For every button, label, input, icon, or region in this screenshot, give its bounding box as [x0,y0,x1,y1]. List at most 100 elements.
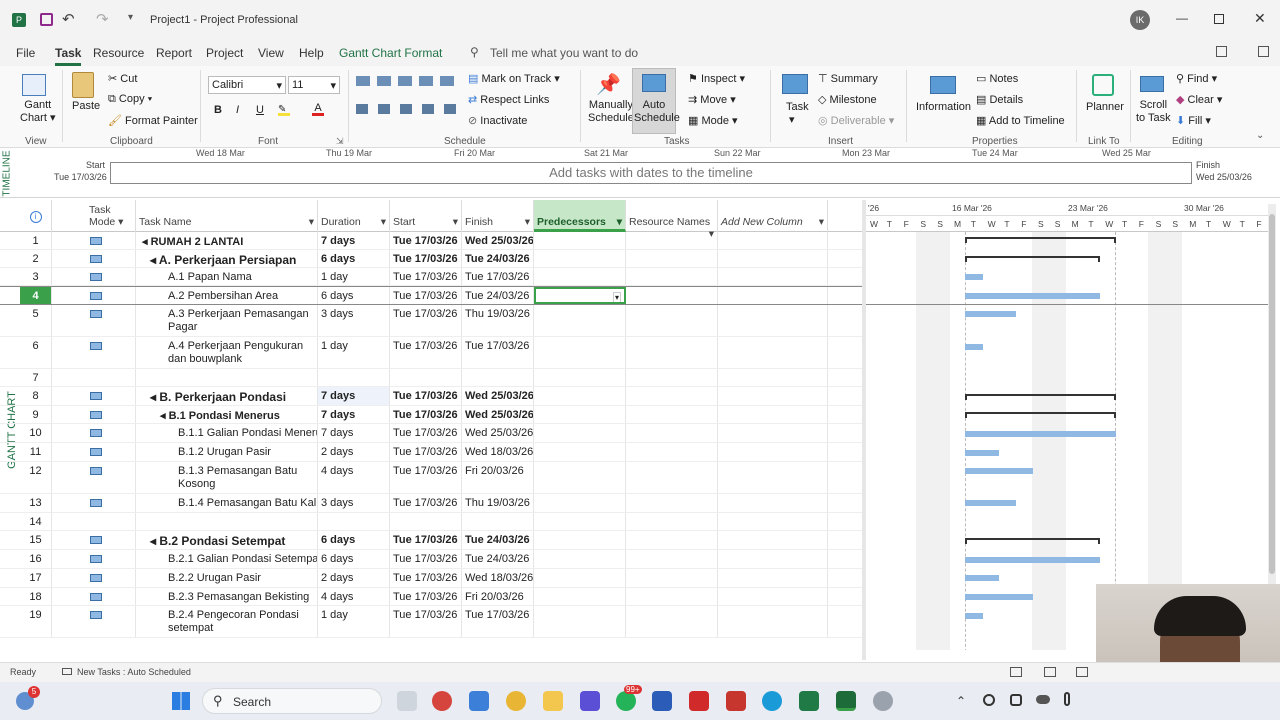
start-date[interactable]: Tue 17/03/26 [390,305,462,336]
table-row[interactable]: 2 ◂ A. Perkerjaan Persiapan 6 days Tue 17/0… [0,250,862,268]
predecessors-active-cell[interactable]: ▾ [534,287,626,304]
predecessors[interactable] [534,606,626,637]
resource-names[interactable] [626,588,718,605]
new-column[interactable] [718,250,828,267]
row-indicator-header[interactable]: i [20,200,52,232]
column-header-start[interactable]: Start ▾ [390,200,462,232]
start-date[interactable]: Tue 17/03/26 [390,550,462,568]
new-column[interactable] [718,588,828,605]
duration[interactable]: 1 day [318,268,390,285]
gantt-summary-bar[interactable] [965,256,1100,262]
predecessors[interactable] [534,369,626,386]
gantt-chart-button[interactable]: Gantt Chart ▾ [20,99,55,125]
gantt-task-bar[interactable] [965,311,1016,317]
start-date[interactable]: Tue 17/03/26 [390,268,462,285]
pdf-app-icon[interactable] [432,691,452,711]
start-date[interactable]: Tue 17/03/26 [390,337,462,368]
gantt-task-bar[interactable] [965,557,1100,563]
table-row[interactable]: 7 [0,369,862,387]
quick-access-dropdown-icon[interactable]: ▾ [128,12,133,23]
table-row[interactable]: 15 ◂ B.2 Pondasi Setempat 6 days Tue 17/03/… [0,531,862,550]
summary-button[interactable]: ⊤ Summary [818,72,878,85]
start-date[interactable]: Tue 17/03/26 [390,387,462,405]
finish-date[interactable]: Wed 25/03/26 [462,232,534,249]
font-dialog-launcher-icon[interactable]: ⇲ [336,136,344,147]
resource-names[interactable] [626,494,718,512]
whatsapp-icon[interactable] [616,691,636,711]
gantt-task-bar[interactable] [965,613,983,619]
finish-date[interactable]: Tue 17/03/26 [462,606,534,637]
cut-button[interactable]: ✂ Cut [108,72,137,85]
table-row[interactable]: 10 B.1.1 Galian Pondasi Menerus 7 days Tue … [0,424,862,443]
duration[interactable]: 7 days [318,406,390,423]
resource-names[interactable] [626,268,718,285]
new-column[interactable] [718,606,828,637]
gantt-task-bar[interactable] [965,344,983,350]
gantt-summary-bar[interactable] [965,237,1116,243]
new-column[interactable] [718,424,828,442]
tab-project[interactable]: Project [206,46,243,60]
task-name[interactable]: A.2 Pembersihan Area [136,287,318,304]
user-avatar[interactable]: IK [1130,10,1150,30]
start-date[interactable]: Tue 17/03/26 [390,588,462,605]
task-name[interactable]: B.2.4 Pengecoran Pondasi setempat [136,606,318,637]
finish-date[interactable]: Tue 17/03/26 [462,337,534,368]
vertical-scroll-thumb[interactable] [1269,214,1275,574]
resource-names[interactable] [626,369,718,386]
duration[interactable]: 6 days [318,250,390,267]
resource-names[interactable] [626,232,718,249]
duration[interactable] [318,513,390,530]
italic-button[interactable]: I [236,104,239,116]
task-usage-view-icon[interactable] [1044,667,1056,677]
column-header-duration[interactable]: Duration ▾ [318,200,390,232]
resource-names[interactable] [626,250,718,267]
finish-date[interactable]: Tue 17/03/26 [462,268,534,285]
duration[interactable]: 4 days [318,462,390,493]
start-date[interactable]: Tue 17/03/26 [390,462,462,493]
predecessors[interactable] [534,337,626,368]
task-name[interactable]: A.1 Papan Nama [136,268,318,285]
windows-start-icon[interactable] [172,692,190,710]
percent-complete-icons[interactable] [356,76,456,86]
milestone-button[interactable]: ◇ Milestone [818,93,877,106]
duration[interactable]: 2 days [318,443,390,461]
team-planner-view-icon[interactable] [1076,667,1088,677]
column-header-add-new[interactable]: Add New Column ▾ [718,200,828,232]
predecessors[interactable] [534,424,626,442]
table-row-selected[interactable]: 4 A.2 Pembersihan Area 6 days Tue 17/03/26 T… [0,286,862,305]
finish-date[interactable]: Wed 25/03/26 [462,406,534,423]
excel-icon[interactable] [799,691,819,711]
table-row[interactable]: 11 B.1.2 Urugan Pasir 2 days Tue 17/03/26 We… [0,443,862,462]
resource-names[interactable] [626,305,718,336]
task-name[interactable]: B.1.3 Pemasangan Batu Kosong [136,462,318,493]
information-button[interactable]: Information [916,101,971,113]
new-column[interactable] [718,443,828,461]
task-name[interactable]: ◂ A. Perkerjaan Persiapan [136,250,318,267]
gantt-summary-bar[interactable] [965,412,1116,418]
duration[interactable]: 6 days [318,531,390,549]
table-row[interactable]: 14 [0,513,862,531]
finish-date[interactable]: Wed 25/03/26 [462,424,534,442]
start-date[interactable]: Tue 17/03/26 [390,569,462,587]
task-view-icon[interactable] [397,691,417,711]
pdf-reader-icon[interactable] [726,691,746,711]
redo-icon[interactable]: ↷ [96,10,109,28]
predecessors[interactable] [534,588,626,605]
resource-names[interactable] [626,387,718,405]
highlight-color-icon[interactable]: ✎ [278,104,290,116]
new-column[interactable] [718,232,828,249]
chrome-icon[interactable] [506,691,526,711]
add-to-timeline-button[interactable]: ▦ Add to Timeline [976,114,1065,127]
tab-help[interactable]: Help [299,46,324,60]
collapse-ribbon-icon[interactable]: ⌄ [1256,130,1264,141]
resource-names[interactable] [626,531,718,549]
task-name[interactable]: B.1.4 Pemasangan Batu Kali [136,494,318,512]
task-name[interactable]: A.4 Perkerjaan Pengukuran dan bouwplank [136,337,318,368]
duration[interactable]: 2 days [318,569,390,587]
start-date[interactable]: Tue 17/03/26 [390,232,462,249]
resource-names[interactable] [626,287,718,304]
table-row[interactable]: 18 B.2.3 Pemasangan Bekisting 4 days Tue 17… [0,588,862,606]
clear-button[interactable]: ◆ Clear ▾ [1176,93,1222,106]
start-date[interactable]: Tue 17/03/26 [390,424,462,442]
underline-button[interactable]: U [256,104,264,116]
